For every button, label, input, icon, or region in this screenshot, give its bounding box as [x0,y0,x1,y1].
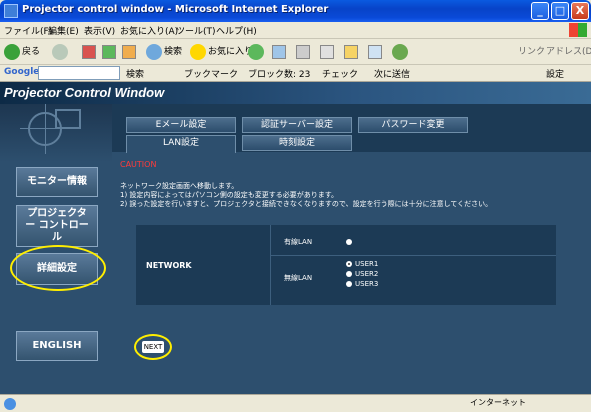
refresh-icon [102,44,116,59]
edit-icon [320,44,334,59]
sidebar: モニター情報 プロジェクター コントロール 詳細設定 ENGLISH [0,104,112,394]
messenger-button[interactable] [392,43,410,61]
tab-auth-server-settings[interactable]: 認証サーバー設定 [242,117,352,133]
user1-radio[interactable] [346,261,352,267]
main-content: Eメール設定 認証サーバー設定 パスワード変更 LAN設定 時刻設定 CAUTI… [112,104,591,394]
favorites-button[interactable]: お気に入り [190,43,253,61]
minimize-button[interactable]: _ [531,2,549,20]
windows-flag-icon [569,23,587,37]
tab-bar: Eメール設定 認証サーバー設定 パスワード変更 LAN設定 時刻設定 [112,104,591,153]
folder-icon [344,44,358,59]
research-icon [368,44,382,59]
mail-button[interactable] [272,43,286,61]
page-title: Projector Control Window [4,85,165,100]
bookmarks-button[interactable]: ブックマーク [184,67,238,80]
tab-password-change[interactable]: パスワード変更 [358,117,468,133]
logo-rect-icon [55,109,81,129]
send-to-button[interactable]: 次に送信 [374,67,410,80]
menu-file[interactable]: ファイル(F) [4,24,52,37]
back-button[interactable]: 戻る [4,43,40,61]
folder-button[interactable] [344,43,358,61]
menu-bar: ファイル(F) 編集(E) 表示(V) お気に入り(A) ツール(T) ヘルプ(… [0,22,591,39]
tab-email-settings[interactable]: Eメール設定 [126,117,236,133]
maximize-button[interactable]: □ [551,2,569,20]
wireless-lan-label: 無線LAN [284,274,313,282]
network-settings-table: NETWORK 有線LAN 無線LAN USER1 USER2 USER3 [136,225,556,305]
spell-check-button[interactable]: チェック [322,67,358,80]
user1-label: USER1 [355,260,379,268]
star-icon [190,43,206,60]
research-button[interactable] [368,43,382,61]
menu-help[interactable]: ヘルプ(H) [216,24,257,37]
page-status-icon [4,398,16,410]
user3-label: USER3 [355,280,379,288]
print-icon [296,44,310,59]
google-search-button[interactable]: 検索 [126,67,144,80]
history-button[interactable] [248,43,266,61]
title-bar: Projector control window - Microsoft Int… [0,0,591,22]
links-label[interactable]: リンク [518,43,545,61]
home-icon [122,44,136,59]
refresh-button[interactable] [102,43,116,61]
sidebar-item-english[interactable]: ENGLISH [16,331,98,361]
wired-lan-label: 有線LAN [284,238,313,246]
tab-time-settings[interactable]: 時刻設定 [242,135,352,151]
user3-radio[interactable] [346,281,352,287]
back-arrow-icon [4,43,20,60]
forward-arrow-icon [52,43,68,60]
stop-icon [82,44,96,59]
network-label: NETWORK [146,261,192,270]
ie-icon [4,4,18,18]
history-icon [248,43,264,60]
menu-favorites[interactable]: お気に入り(A) [120,24,178,37]
toolbar: 戻る 検索 お気に入り リンク アドレス(D) [0,39,591,65]
menu-view[interactable]: 表示(V) [84,24,115,37]
status-bar: インターネット [0,394,591,412]
google-search-input[interactable] [38,66,120,80]
page-content: Projector Control Window モニター情報 プロジェクター … [0,82,591,394]
forward-button[interactable] [52,43,70,61]
menu-edit[interactable]: 編集(E) [48,24,79,37]
window-title: Projector control window - Microsoft Int… [22,4,329,15]
user2-radio[interactable] [346,271,352,277]
sidebar-item-monitor[interactable]: モニター情報 [16,167,98,197]
highlight-ring [134,334,172,360]
google-toolbar: Google 検索 ブックマーク ブロック数: 23 チェック 次に送信 設定 [0,65,591,82]
logo [0,104,112,162]
close-button[interactable]: X [571,2,589,20]
edit-button[interactable] [320,43,334,61]
user2-label: USER2 [355,270,379,278]
search-icon [146,43,162,60]
sidebar-item-projector-control[interactable]: プロジェクター コントロール [16,205,98,247]
security-zone: インターネット [470,398,526,407]
messenger-icon [392,43,408,60]
caution-heading: CAUTION [120,160,157,169]
home-button[interactable] [122,43,136,61]
mail-icon [272,44,286,59]
wired-lan-radio[interactable] [346,239,352,245]
message-line: 2) 誤った設定を行いますと、プロジェクタと接続できなくなりますので、設定を行う… [120,200,493,208]
menu-tools[interactable]: ツール(T) [176,24,216,37]
address-label[interactable]: アドレス(D) [546,43,591,61]
search-button[interactable]: 検索 [146,43,182,61]
print-button[interactable] [296,43,310,61]
page-banner: Projector Control Window [0,82,591,104]
google-settings-button[interactable]: 設定 [546,67,564,80]
popup-blocked-count[interactable]: ブロック数: 23 [248,67,310,80]
tab-lan-settings[interactable]: LAN設定 [126,135,236,153]
stop-button[interactable] [82,43,96,61]
highlight-ring [10,245,106,291]
google-logo: Google [4,67,40,77]
